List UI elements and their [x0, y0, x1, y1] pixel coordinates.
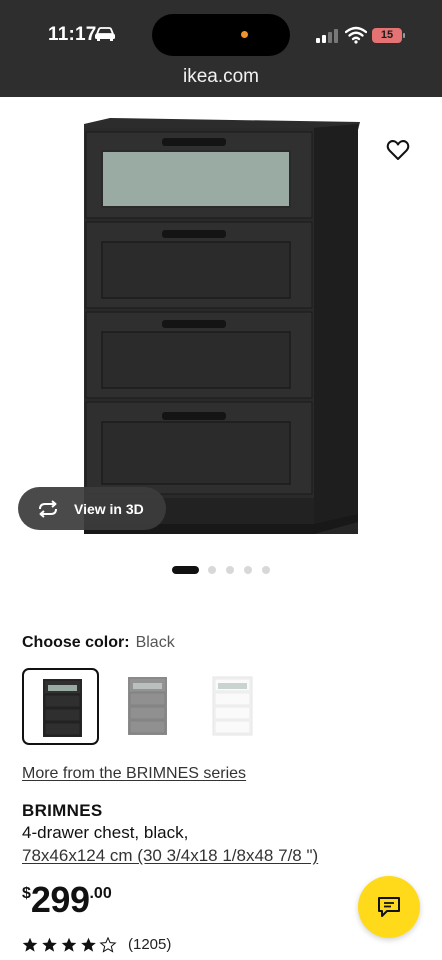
dynamic-island — [152, 14, 290, 56]
product-description: 4-drawer chest, black, — [22, 823, 189, 842]
product-image[interactable] — [80, 118, 362, 542]
cellular-signal-icon — [316, 29, 338, 43]
wifi-icon — [345, 26, 367, 44]
rating-stars-icon — [22, 936, 116, 952]
price-integer: 299 — [30, 879, 90, 920]
carousel-dot[interactable] — [262, 566, 270, 574]
color-chooser-heading: Choose color: Black — [22, 634, 175, 652]
chat-bubble-icon — [378, 897, 400, 917]
status-time: 11:17 — [48, 24, 97, 45]
choose-color-label: Choose color: — [22, 634, 130, 651]
selected-color-value: Black — [135, 634, 175, 651]
color-swatch-white[interactable] — [194, 668, 271, 745]
rotate-3d-icon — [39, 499, 57, 518]
view-in-3d-button[interactable]: View in 3D — [18, 487, 166, 530]
battery-indicator: 15 — [372, 28, 405, 43]
carousel-dot[interactable] — [226, 566, 234, 574]
address-bar-url[interactable]: ikea.com — [0, 66, 442, 88]
color-swatch-black[interactable] — [22, 668, 99, 745]
product-name: BRIMNES — [22, 801, 103, 820]
review-count: (1205) — [128, 936, 172, 953]
gray-chest-thumbnail — [128, 677, 167, 735]
product-dimensions-link[interactable]: 78x46x124 cm (30 3/4x18 1/8x48 7/8 ") — [22, 846, 318, 866]
product-rating[interactable]: (1205) — [22, 936, 171, 953]
product-price: $ 299 .00 — [22, 880, 112, 920]
color-swatch-gray[interactable] — [109, 668, 186, 745]
browser-top-bar: 11:17 15 ikea.com — [0, 0, 442, 97]
white-chest-thumbnail — [212, 676, 253, 736]
view-in-3d-label: View in 3D — [74, 500, 144, 517]
price-decimal: .00 — [89, 885, 112, 902]
carousel-dot[interactable] — [208, 566, 216, 574]
black-chest-thumbnail — [43, 679, 82, 737]
favorite-heart-icon[interactable] — [386, 139, 410, 161]
carousel-dot-active[interactable] — [172, 566, 199, 574]
chat-support-button[interactable] — [358, 876, 420, 938]
carousel-dot[interactable] — [244, 566, 252, 574]
privacy-indicator-dot — [241, 31, 248, 38]
price-currency: $ — [22, 885, 31, 902]
more-from-series-link[interactable]: More from the BRIMNES series — [22, 765, 246, 783]
image-carousel-indicator — [172, 566, 280, 574]
car-play-icon — [95, 27, 115, 41]
